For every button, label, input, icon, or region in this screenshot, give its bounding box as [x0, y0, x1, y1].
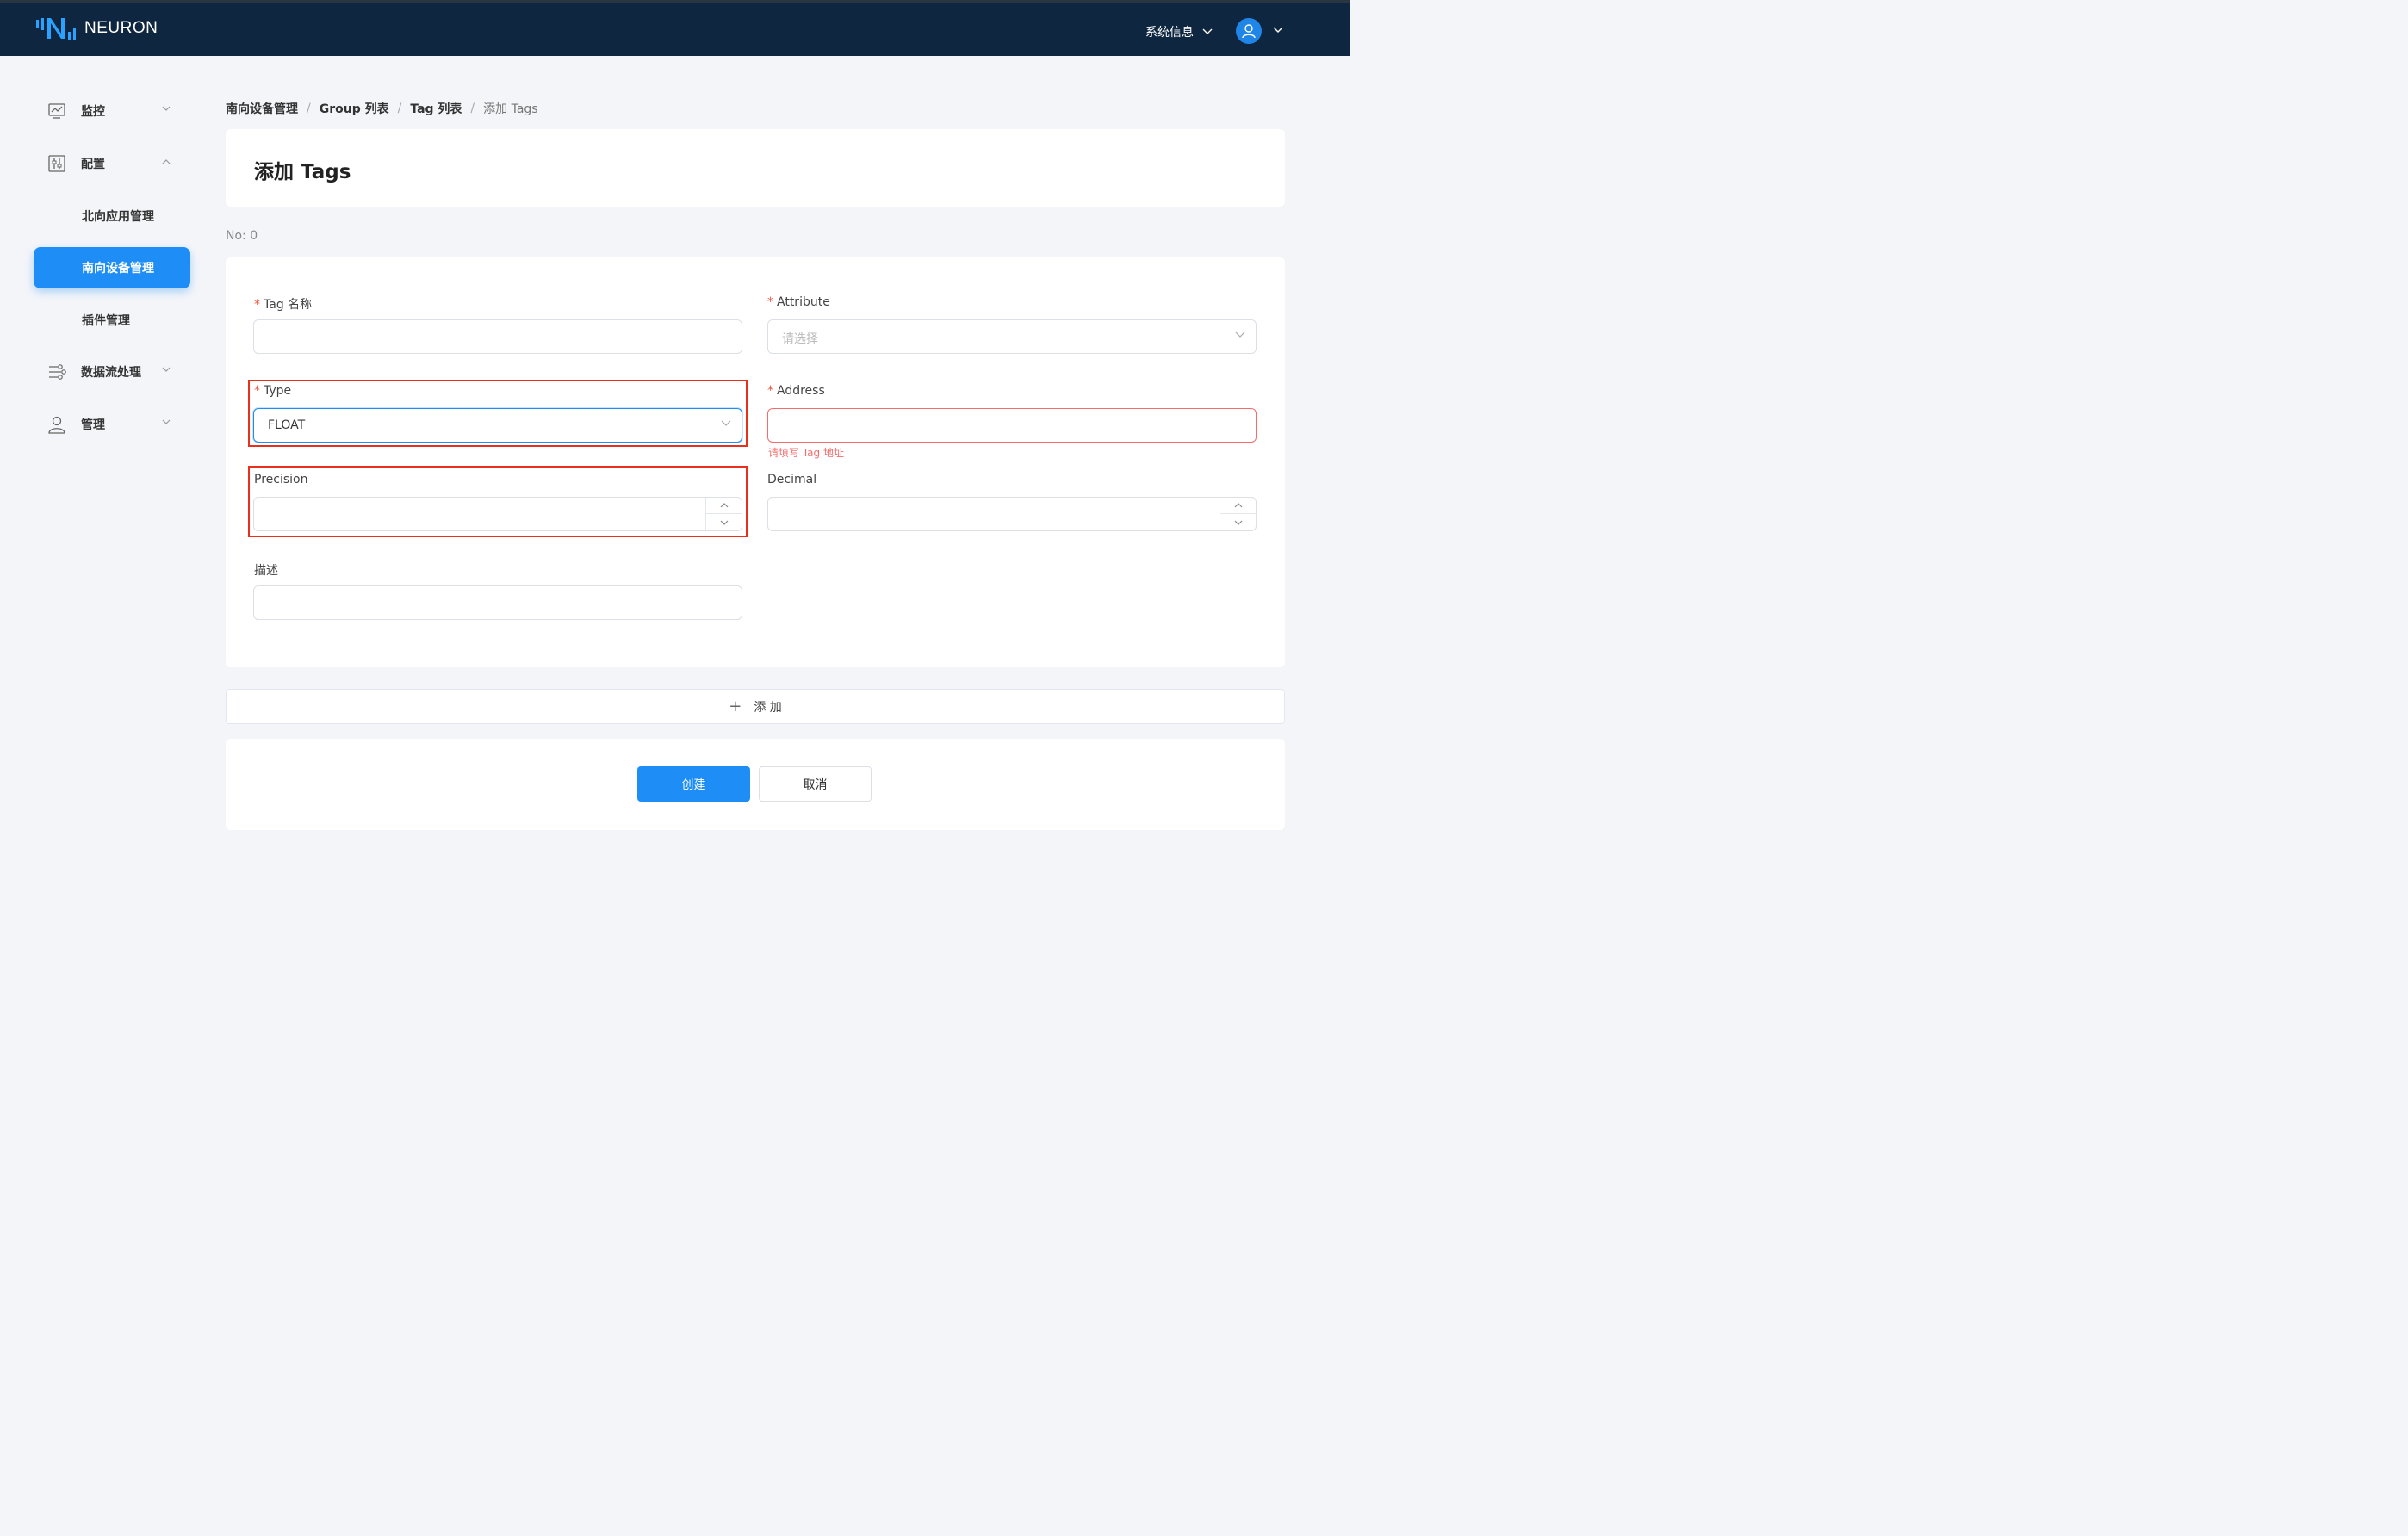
required-mark: *	[767, 295, 773, 309]
sidebar-item-data-flow[interactable]: 数据流处理	[34, 351, 189, 393]
breadcrumb-separator: /	[397, 102, 402, 115]
tag-name-label: * Tag 名称	[254, 298, 313, 312]
description-label: 描述	[254, 564, 278, 578]
system-info-label: 系统信息	[1145, 26, 1194, 40]
attribute-placeholder: 请选择	[782, 332, 818, 346]
chevron-up-icon	[162, 159, 171, 164]
chevron-down-icon	[162, 419, 171, 424]
sidebar-item-label: 北向应用管理	[82, 210, 154, 224]
required-mark: *	[767, 384, 773, 398]
user-menu-chevron-down-icon[interactable]	[1273, 27, 1283, 34]
plus-icon: +	[729, 697, 742, 715]
chevron-up-icon	[1234, 503, 1243, 508]
breadcrumb-southbound-devices[interactable]: 南向设备管理	[226, 100, 298, 117]
address-error-message: 请填写 Tag 地址	[768, 447, 844, 459]
precision-highlight-box	[248, 466, 748, 537]
top-bar: NEURON 系统信息	[0, 0, 1350, 56]
required-mark: *	[254, 298, 260, 312]
monitor-chart-icon	[48, 103, 65, 119]
breadcrumb-tag-list[interactable]: Tag 列表	[410, 100, 462, 117]
add-tag-button[interactable]: + 添 加	[226, 689, 1285, 724]
sidebar-item-monitor[interactable]: 监控	[34, 90, 189, 132]
breadcrumb-separator: /	[307, 102, 311, 115]
title-card: 添加 Tags	[226, 129, 1285, 207]
type-highlight-box	[248, 380, 748, 447]
sidebar-item-label: 配置	[81, 158, 105, 171]
neuron-logo[interactable]: NEURON	[34, 15, 158, 42]
decimal-stepper	[1220, 498, 1257, 530]
chevron-down-icon	[1234, 520, 1243, 525]
attribute-label: * Attribute	[767, 295, 830, 309]
description-input[interactable]	[253, 585, 742, 620]
sidebar-item-northbound-apps[interactable]: 北向应用管理	[34, 195, 190, 237]
add-tag-label: 添 加	[754, 700, 782, 715]
chevron-down-icon	[1235, 331, 1245, 338]
system-info-dropdown[interactable]: 系统信息	[1145, 23, 1213, 40]
sidebar: 监控 配置 北向应用管理 南向设备管理 插件管理 数据流处理 管理	[0, 56, 207, 861]
sidebar-item-label: 插件管理	[82, 314, 130, 328]
data-flow-icon	[49, 364, 66, 380]
address-input[interactable]	[767, 408, 1257, 443]
sidebar-item-label: 南向设备管理	[82, 262, 154, 276]
page-title: 添加 Tags	[254, 161, 351, 183]
user-icon	[48, 416, 65, 434]
sidebar-item-plugins[interactable]: 插件管理	[34, 300, 190, 341]
breadcrumb-separator: /	[470, 102, 475, 115]
chevron-down-icon	[162, 106, 171, 111]
app-name: NEURON	[84, 19, 158, 37]
sidebar-item-config[interactable]: 配置	[34, 143, 189, 184]
tag-name-input[interactable]	[253, 319, 742, 354]
attribute-select[interactable]: 请选择	[767, 319, 1257, 354]
tag-number-label: No: 0	[226, 229, 258, 243]
address-label: * Address	[767, 384, 825, 398]
sidebar-item-label: 管理	[81, 418, 105, 432]
create-button[interactable]: 创建	[637, 766, 750, 802]
config-sliders-icon	[48, 155, 65, 172]
cancel-button[interactable]: 取消	[759, 766, 872, 802]
tag-form-card: * Tag 名称 * Attribute 请选择 * Type FLOAT * Addr…	[226, 257, 1285, 667]
neuron-logo-icon	[36, 18, 76, 40]
breadcrumb: 南向设备管理 / Group 列表 / Tag 列表 / 添加 Tags	[226, 100, 538, 117]
user-avatar[interactable]	[1236, 18, 1262, 44]
sidebar-item-label: 数据流处理	[81, 366, 141, 380]
decimal-label: Decimal	[767, 473, 817, 486]
sidebar-item-southbound-devices[interactable]: 南向设备管理	[34, 247, 190, 288]
decimal-decrement-button[interactable]	[1220, 514, 1257, 530]
decimal-input[interactable]	[767, 497, 1257, 531]
sidebar-item-admin[interactable]: 管理	[34, 404, 189, 445]
chevron-down-icon	[1202, 28, 1213, 34]
chevron-down-icon	[162, 367, 171, 372]
sidebar-item-label: 监控	[81, 105, 105, 119]
decimal-increment-button[interactable]	[1220, 498, 1257, 514]
breadcrumb-group-list[interactable]: Group 列表	[320, 100, 389, 117]
breadcrumb-current: 添加 Tags	[483, 102, 538, 116]
user-icon	[1242, 24, 1256, 39]
action-card: 创建 取消	[226, 739, 1285, 830]
